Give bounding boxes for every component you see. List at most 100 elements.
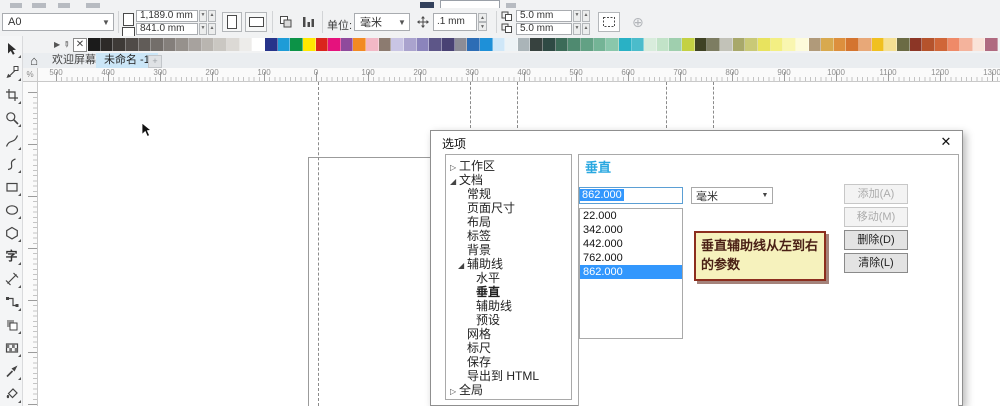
nudge-field[interactable]: .1 mm xyxy=(433,13,477,31)
color-swatch[interactable] xyxy=(340,38,354,51)
color-swatch[interactable] xyxy=(543,38,556,51)
dup-x-step-down-button[interactable]: ▼ xyxy=(573,10,581,22)
current-page-button[interactable] xyxy=(298,12,318,32)
treat-as-filled-button[interactable] xyxy=(598,12,620,32)
v-ruler[interactable] xyxy=(23,82,38,406)
tree-item[interactable]: 常规 xyxy=(446,187,571,201)
shape-tool[interactable] xyxy=(1,61,22,82)
color-swatch[interactable] xyxy=(922,38,935,51)
color-swatch[interactable] xyxy=(618,38,632,51)
guide-list-item[interactable]: 862.000 xyxy=(580,265,682,279)
dup-y-step-down-button[interactable]: ▼ xyxy=(573,23,581,35)
color-swatch[interactable] xyxy=(290,38,303,51)
color-swatch[interactable] xyxy=(871,38,885,51)
eyedropper-tool[interactable] xyxy=(1,360,22,381)
tree-item[interactable]: ◢ 文档 xyxy=(446,173,571,187)
pick-tool[interactable] xyxy=(1,38,22,59)
dimension-tool[interactable] xyxy=(1,268,22,289)
height-step-down-button[interactable]: ▼ xyxy=(199,23,207,35)
chevron-down-icon[interactable]: ▼ xyxy=(99,18,113,27)
color-swatch[interactable] xyxy=(492,38,506,51)
tree-item[interactable]: 导出到 HTML xyxy=(446,369,571,383)
color-swatch[interactable] xyxy=(960,38,973,51)
color-swatch[interactable] xyxy=(934,38,948,51)
chevron-down-icon[interactable]: ▼ xyxy=(395,18,409,27)
tree-item[interactable]: 页面尺寸 xyxy=(446,201,571,215)
color-swatch[interactable] xyxy=(795,38,809,51)
color-swatch[interactable] xyxy=(366,38,379,51)
tree-item[interactable]: ▷ 全局 xyxy=(446,383,571,399)
color-swatch[interactable] xyxy=(555,38,569,51)
dup-x-step-up-button[interactable]: ▲ xyxy=(582,10,590,22)
dup-y-step-up-button[interactable]: ▲ xyxy=(582,23,590,35)
ellipse-tool[interactable] xyxy=(1,199,22,220)
color-swatch[interactable] xyxy=(189,38,202,51)
color-swatch[interactable] xyxy=(897,38,910,51)
guide-list-item[interactable]: 442.000 xyxy=(580,237,682,251)
color-swatch[interactable] xyxy=(100,38,114,51)
palette-eyedropper-icon[interactable]: ✎ xyxy=(61,39,72,50)
page-height-field[interactable]: 841.0 mm xyxy=(136,23,198,35)
connector-tool[interactable] xyxy=(1,291,22,312)
polygon-tool[interactable] xyxy=(1,222,22,243)
drop-shadow-tool[interactable] xyxy=(1,314,22,335)
tree-item[interactable]: 网格 xyxy=(446,327,571,341)
color-swatch[interactable] xyxy=(859,38,872,51)
clear-button[interactable]: 清除(L) xyxy=(844,253,908,273)
tree-item[interactable]: 辅助线 xyxy=(446,299,571,313)
color-swatch[interactable] xyxy=(378,38,392,51)
color-swatch[interactable] xyxy=(88,38,101,51)
color-swatch[interactable] xyxy=(125,38,139,51)
color-swatch[interactable] xyxy=(353,38,367,51)
color-swatch[interactable] xyxy=(631,38,645,51)
portrait-button[interactable] xyxy=(222,12,242,32)
tree-item[interactable]: 垂直 xyxy=(446,285,571,299)
color-swatch[interactable] xyxy=(770,38,784,51)
no-color-swatch[interactable]: ✕ xyxy=(73,38,87,52)
color-swatch[interactable] xyxy=(227,38,240,51)
color-swatch[interactable] xyxy=(884,38,897,51)
tree-expand-icon[interactable]: ▷ xyxy=(450,385,459,399)
width-step-up-button[interactable]: ▲ xyxy=(208,10,216,22)
color-swatch[interactable] xyxy=(113,38,126,51)
duplicate-y-field[interactable]: 5.0 mm xyxy=(516,23,572,35)
guide-units-combo[interactable]: 毫米 ▼ xyxy=(691,187,773,204)
tree-item[interactable]: 保存 xyxy=(446,355,571,369)
color-swatch[interactable] xyxy=(694,38,708,51)
chevron-down-icon[interactable]: ▼ xyxy=(758,192,772,199)
color-swatch[interactable] xyxy=(138,38,152,51)
color-swatch[interactable] xyxy=(163,38,177,51)
tree-item[interactable]: 预设 xyxy=(446,313,571,327)
color-swatch[interactable] xyxy=(580,38,594,51)
color-swatch[interactable] xyxy=(467,38,480,51)
guide-list-item[interactable]: 762.000 xyxy=(580,251,682,265)
freehand-tool[interactable] xyxy=(1,130,22,151)
tab-welcome-screen[interactable]: 欢迎屏幕 xyxy=(44,53,104,68)
landscape-button[interactable] xyxy=(245,12,267,32)
width-step-down-button[interactable]: ▼ xyxy=(199,10,207,22)
close-icon[interactable]: ✕ xyxy=(937,133,955,151)
color-swatch[interactable] xyxy=(530,38,544,51)
color-swatch[interactable] xyxy=(239,38,253,51)
guideline-862mm[interactable] xyxy=(713,82,714,128)
color-swatch[interactable] xyxy=(252,38,265,51)
color-swatch[interactable] xyxy=(505,38,518,51)
all-pages-button[interactable] xyxy=(276,12,296,32)
tree-item[interactable]: 标签 xyxy=(446,229,571,243)
duplicate-x-field[interactable]: 5.0 mm xyxy=(516,10,572,22)
color-swatch[interactable] xyxy=(454,38,468,51)
color-swatch[interactable] xyxy=(732,38,746,51)
delete-button[interactable]: 删除(D) xyxy=(844,230,908,250)
color-swatch[interactable] xyxy=(302,38,316,51)
color-swatch[interactable] xyxy=(479,38,493,51)
home-icon[interactable]: ⌂ xyxy=(26,53,42,68)
color-swatch[interactable] xyxy=(214,38,228,51)
color-swatch[interactable] xyxy=(644,38,657,51)
transparency-tool[interactable] xyxy=(1,337,22,358)
tree-item[interactable]: ◢ 辅助线 xyxy=(446,257,571,271)
color-swatch[interactable] xyxy=(176,38,190,51)
color-swatch[interactable] xyxy=(277,38,291,51)
fill-tool[interactable] xyxy=(1,383,22,404)
color-swatch[interactable] xyxy=(682,38,695,51)
color-swatch[interactable] xyxy=(947,38,961,51)
